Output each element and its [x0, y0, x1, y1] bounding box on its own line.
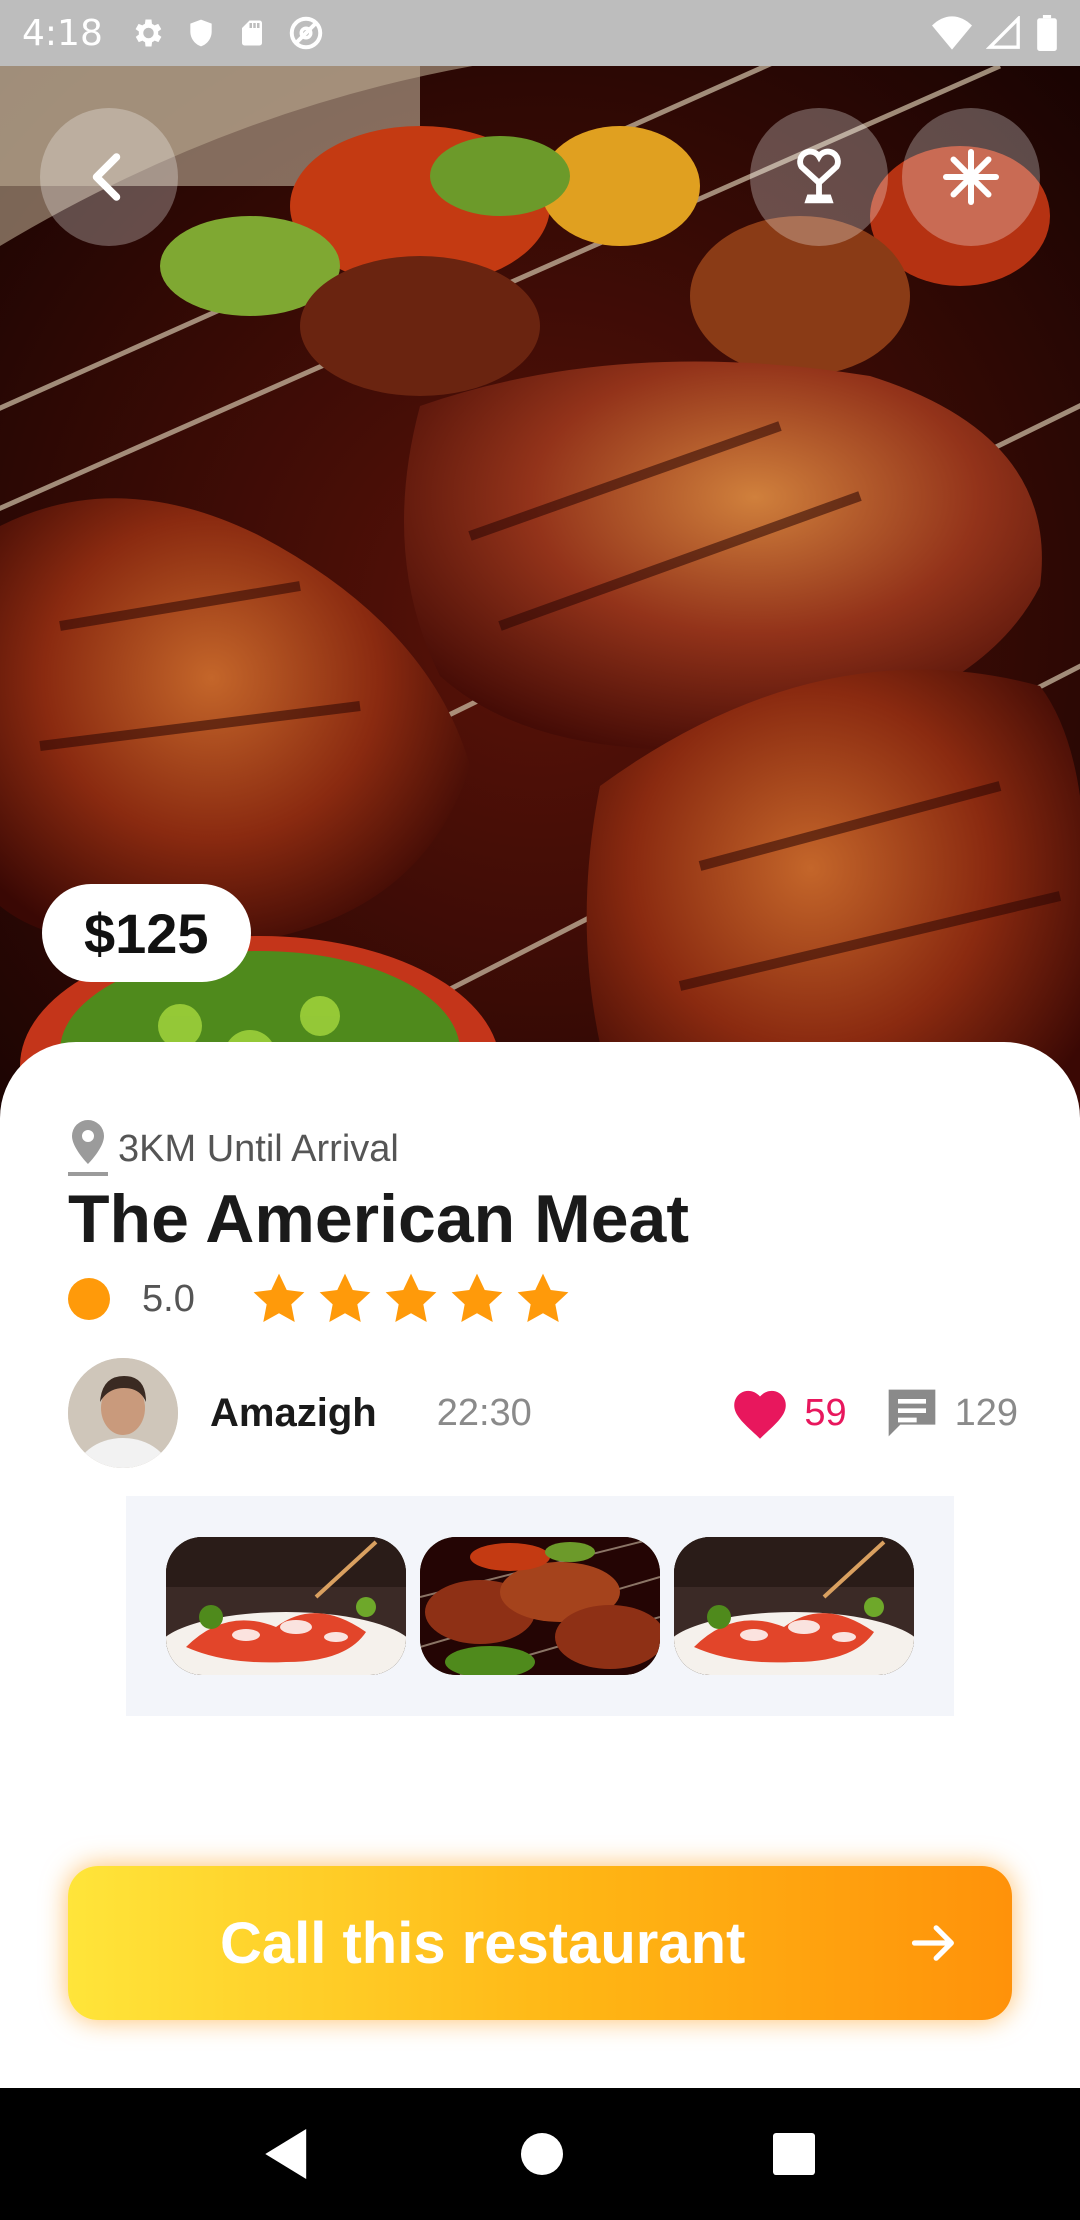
star-icon [451, 1273, 503, 1322]
gallery-thumbnail[interactable] [674, 1537, 914, 1675]
heart-cup-icon [797, 148, 841, 204]
rating-value: 5.0 [142, 1277, 195, 1320]
avatar[interactable] [68, 1358, 178, 1468]
system-nav-bar [0, 2088, 1080, 2220]
grilled-meat-image [420, 1537, 660, 1675]
nav-back-icon[interactable] [265, 2129, 311, 2179]
author-row: Amazigh 22:30 59 129 [68, 1358, 1018, 1468]
sd-card-icon [241, 20, 262, 46]
comments-count: 129 [954, 1391, 1018, 1434]
arrow-right-icon [911, 1925, 954, 1961]
favorite-button[interactable] [750, 108, 888, 246]
nav-home-icon[interactable] [521, 2133, 563, 2175]
star-icon [253, 1273, 305, 1322]
rating-dot [68, 1278, 110, 1320]
photo-gallery [126, 1496, 954, 1716]
gallery-thumbnail[interactable] [166, 1537, 406, 1675]
price-badge: $125 [42, 884, 251, 982]
location-pin-icon [68, 1120, 108, 1176]
likes-count: 59 [804, 1391, 847, 1434]
star-icon [517, 1273, 569, 1322]
distance-row: 3KM Until Arrival [68, 1120, 399, 1178]
star-icon [385, 1273, 437, 1322]
status-right-icons [932, 15, 1058, 51]
signal-icon [986, 16, 1020, 49]
status-time: 4:18 [22, 12, 103, 54]
detail-card: 3KM Until Arrival The American Meat 5.0 … [0, 1042, 1080, 2088]
rating-row: 5.0 [68, 1270, 572, 1328]
snowflake-icon [943, 149, 999, 205]
back-button[interactable] [40, 108, 178, 246]
price-value: $125 [84, 901, 209, 965]
gallery-thumbnail[interactable] [420, 1537, 660, 1675]
lobster-dish-image [166, 1537, 406, 1675]
status-bar: 4:18 [0, 0, 1080, 66]
comment-icon [888, 1389, 935, 1437]
call-restaurant-button[interactable]: Call this restaurant [68, 1866, 1012, 2020]
comments-button[interactable]: 129 [883, 1385, 1018, 1441]
shield-icon [190, 19, 212, 47]
heart-icon [734, 1390, 787, 1439]
snowflake-button[interactable] [902, 108, 1040, 246]
hero-image: $125 [0, 66, 1080, 1166]
lobster-dish-image [674, 1537, 914, 1675]
star-icon [319, 1273, 371, 1322]
call-button-label: Call this restaurant [220, 1910, 746, 1976]
back-icon [92, 153, 121, 201]
restaurant-title: The American Meat [68, 1181, 689, 1257]
settings-icon [135, 19, 162, 47]
author-name[interactable]: Amazigh [210, 1391, 377, 1436]
wifi-icon [932, 16, 972, 50]
star-rating [250, 1270, 572, 1328]
likes-button[interactable]: 59 [730, 1386, 847, 1440]
status-left-icons [129, 14, 325, 52]
distance-text: 3KM Until Arrival [118, 1127, 399, 1170]
at-sign-icon [289, 16, 323, 50]
grilled-meat-illustration [0, 66, 1080, 1166]
battery-icon [1037, 15, 1057, 51]
avatar-image [68, 1358, 178, 1468]
post-time: 22:30 [436, 1391, 532, 1434]
nav-recents-icon[interactable] [773, 2133, 815, 2175]
